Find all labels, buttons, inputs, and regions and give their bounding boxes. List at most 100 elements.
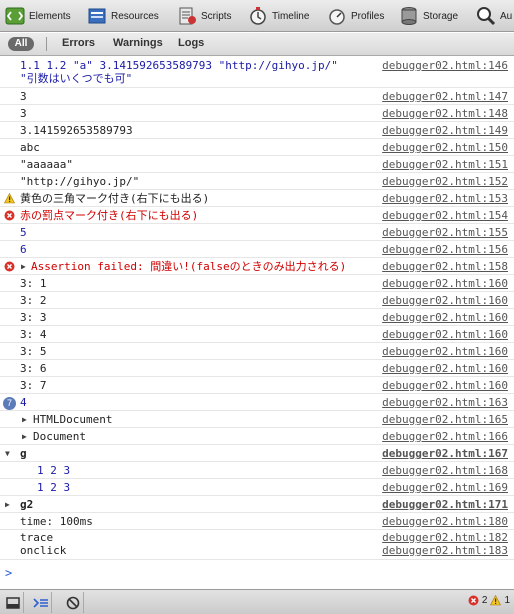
console-message: ▶ g2 debugger02.html:171 xyxy=(0,496,514,513)
console-icon xyxy=(32,597,48,608)
source-link[interactable]: debugger02.html:147 xyxy=(382,90,508,103)
error-icon xyxy=(4,210,15,221)
console-prompt[interactable]: > xyxy=(5,566,12,580)
message-text: time: 100ms xyxy=(20,515,93,528)
source-link[interactable]: debugger02.html:160 xyxy=(382,277,508,290)
message-text[interactable]: HTMLDocument xyxy=(33,413,112,426)
console-message: 1 2 3 debugger02.html:169 xyxy=(0,479,514,496)
expand-triangle-icon[interactable]: ▶ xyxy=(5,498,10,511)
expand-triangle-icon[interactable]: ▶ xyxy=(22,430,27,443)
clear-console-button[interactable] xyxy=(62,592,84,613)
source-link[interactable]: debugger02.html:160 xyxy=(382,345,508,358)
console-toggle-button[interactable] xyxy=(30,592,52,613)
expand-triangle-icon[interactable]: ▶ xyxy=(22,413,27,426)
tab-label: Resources xyxy=(111,10,159,22)
message-text[interactable]: Document xyxy=(33,430,86,443)
tab-timeline[interactable]: Timeline xyxy=(247,0,310,31)
message-text: 1 2 3 xyxy=(37,464,71,477)
tab-label: Profiles xyxy=(351,10,385,22)
console-message: 3: 3 debugger02.html:160 xyxy=(0,309,514,326)
tab-resources[interactable]: Resources xyxy=(86,0,159,31)
dock-icon xyxy=(5,596,20,609)
panel-toolbar: Elements Resources Scripts Timeline Profiles… xyxy=(0,0,514,32)
message-text: 黄色の三角マーク付き(右下にも出る) xyxy=(20,192,210,205)
tab-scripts[interactable]: Scripts xyxy=(176,0,232,31)
message-text: 5 xyxy=(20,226,27,239)
tab-label: Scripts xyxy=(201,10,232,22)
filter-warnings-button[interactable]: Warnings xyxy=(113,37,163,49)
tab-elements[interactable]: Elements xyxy=(4,0,71,31)
tab-au[interactable]: Au xyxy=(475,0,513,31)
message-text: 1 2 3 xyxy=(37,481,71,494)
expand-triangle-icon[interactable]: ▶ xyxy=(21,260,26,273)
message-counts[interactable]: 2 1 xyxy=(468,595,510,606)
tab-label: Au xyxy=(500,10,513,22)
message-text: abc xyxy=(20,141,40,154)
source-link[interactable]: debugger02.html:151 xyxy=(382,158,508,171)
source-link[interactable]: debugger02.html:167 xyxy=(382,447,508,460)
warning-icon xyxy=(4,192,15,204)
source-link[interactable]: debugger02.html:165 xyxy=(382,413,508,426)
console-message: 黄色の三角マーク付き(右下にも出る) debugger02.html:153 xyxy=(0,190,514,207)
message-text: trace onclick xyxy=(20,531,67,557)
source-link[interactable]: debugger02.html:160 xyxy=(382,362,508,375)
source-link[interactable]: debugger02.html:182 debugger02.html:183 xyxy=(382,531,508,557)
source-link[interactable]: debugger02.html:168 xyxy=(382,464,508,477)
source-link[interactable]: debugger02.html:153 xyxy=(382,192,508,205)
message-text: 3: 7 xyxy=(20,379,47,392)
message-text[interactable]: g2 xyxy=(20,498,33,511)
source-link[interactable]: debugger02.html:146 xyxy=(382,59,508,72)
console-message: 7 4 debugger02.html:163 xyxy=(0,394,514,411)
source-link[interactable]: debugger02.html:152 xyxy=(382,175,508,188)
console-message: 赤の罰点マーク付き(右下にも出る) debugger02.html:154 xyxy=(0,207,514,224)
message-text: "http://gihyo.jp/" xyxy=(20,175,140,188)
error-count-icon xyxy=(468,595,479,606)
console-log: 1.1 1.2 "a" 3.141592653589793 "http://gi… xyxy=(0,57,514,590)
source-link[interactable]: debugger02.html:180 xyxy=(382,515,508,528)
source-link[interactable]: debugger02.html:171 xyxy=(382,498,508,511)
console-message: 5 debugger02.html:155 xyxy=(0,224,514,241)
source-link[interactable]: debugger02.html:148 xyxy=(382,107,508,120)
tab-storage[interactable]: Storage xyxy=(398,0,458,31)
source-link[interactable]: debugger02.html:160 xyxy=(382,311,508,324)
console-message: trace onclick debugger02.html:182 debugge… xyxy=(0,530,514,560)
source-link[interactable]: debugger02.html:166 xyxy=(382,430,508,443)
source-link[interactable]: debugger02.html:169 xyxy=(382,481,508,494)
source-link[interactable]: debugger02.html:150 xyxy=(382,141,508,154)
dock-toggle-button[interactable] xyxy=(2,592,24,613)
filter-logs-button[interactable]: Logs xyxy=(178,37,204,49)
source-link[interactable]: debugger02.html:160 xyxy=(382,379,508,392)
source-link[interactable]: debugger02.html:163 xyxy=(382,396,508,409)
console-message: time: 100ms debugger02.html:180 xyxy=(0,513,514,530)
error-icon xyxy=(4,261,15,272)
profiles-icon xyxy=(326,5,348,27)
message-text: 4 xyxy=(20,396,27,409)
message-text: 3: 4 xyxy=(20,328,47,341)
tab-label: Timeline xyxy=(272,10,310,22)
source-link[interactable]: debugger02.html:160 xyxy=(382,294,508,307)
timeline-icon xyxy=(247,5,269,27)
collapse-triangle-icon[interactable]: ▼ xyxy=(5,447,10,460)
filter-all-button[interactable]: All xyxy=(8,37,34,51)
console-message: "http://gihyo.jp/" debugger02.html:152 xyxy=(0,173,514,190)
message-text: 3: 6 xyxy=(20,362,47,375)
tab-label: Elements xyxy=(29,10,71,22)
tab-profiles[interactable]: Profiles xyxy=(326,0,385,31)
repeat-count-badge: 7 xyxy=(3,397,16,410)
console-message: 3: 6 debugger02.html:160 xyxy=(0,360,514,377)
console-message: ▶ Document debugger02.html:166 xyxy=(0,428,514,445)
message-text: 3 xyxy=(20,90,27,103)
console-message: ▼ g debugger02.html:167 xyxy=(0,445,514,462)
source-link[interactable]: debugger02.html:158 xyxy=(382,260,508,273)
console-message: 3 debugger02.html:147 xyxy=(0,88,514,105)
source-link[interactable]: debugger02.html:149 xyxy=(382,124,508,137)
source-link[interactable]: debugger02.html:154 xyxy=(382,209,508,222)
console-message: 3.141592653589793 debugger02.html:149 xyxy=(0,122,514,139)
message-text[interactable]: g xyxy=(20,447,27,460)
source-link[interactable]: debugger02.html:160 xyxy=(382,328,508,341)
console-message: 3: 1 debugger02.html:160 xyxy=(0,275,514,292)
filter-errors-button[interactable]: Errors xyxy=(62,37,95,49)
error-count: 2 xyxy=(481,595,488,606)
source-link[interactable]: debugger02.html:156 xyxy=(382,243,508,256)
source-link[interactable]: debugger02.html:155 xyxy=(382,226,508,239)
